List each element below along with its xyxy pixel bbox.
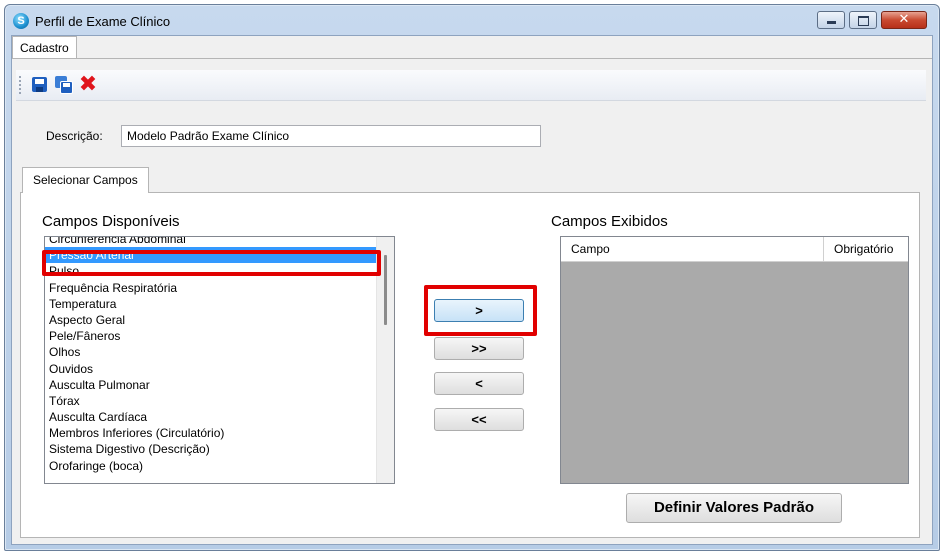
column-header-campo[interactable]: Campo xyxy=(561,237,824,261)
close-button[interactable] xyxy=(881,11,927,29)
list-item[interactable]: Sistema Digestivo (Descrição) xyxy=(45,441,376,457)
tab-cadastro[interactable]: Cadastro xyxy=(12,36,77,59)
list-item[interactable]: Pulso xyxy=(45,263,376,279)
minimize-button[interactable] xyxy=(817,11,845,29)
default-values-button[interactable]: Definir Valores Padrão xyxy=(626,493,842,523)
main-window: S Perfil de Exame Clínico Cadastro ✖ Des… xyxy=(4,4,940,551)
delete-icon[interactable]: ✖ xyxy=(78,74,98,96)
remove-all-button[interactable]: << xyxy=(434,408,524,431)
list-item[interactable]: Ausculta Pulmonar xyxy=(45,377,376,393)
column-header-obrigatorio[interactable]: Obrigatório xyxy=(824,237,908,261)
list-item[interactable]: Frequência Respiratória xyxy=(45,280,376,296)
maximize-button[interactable] xyxy=(849,11,877,29)
save-icon[interactable] xyxy=(30,75,50,95)
list-item[interactable]: Membros Inferiores (Circulatório) xyxy=(45,425,376,441)
list-item[interactable]: Olhos xyxy=(45,344,376,360)
window-title: Perfil de Exame Clínico xyxy=(35,14,171,29)
window-client-area: Cadastro ✖ Descrição: Modelo Padrão Exam… xyxy=(11,35,933,545)
list-item[interactable]: Aspecto Geral xyxy=(45,312,376,328)
grid-header: Campo Obrigatório xyxy=(561,237,908,262)
description-input[interactable]: Modelo Padrão Exame Clínico xyxy=(121,125,541,147)
available-fields-items: Circunferência Abdominal Pressão Arterial… xyxy=(45,237,376,474)
scrollbar-thumb[interactable] xyxy=(384,255,387,325)
list-item[interactable]: Pele/Fâneros xyxy=(45,328,376,344)
save-all-icon[interactable] xyxy=(54,75,74,95)
list-item[interactable]: Orofaringe (boca) xyxy=(45,458,376,474)
list-item[interactable]: Circunferência Abdominal xyxy=(45,237,376,247)
add-one-button[interactable]: > xyxy=(434,299,524,322)
list-item[interactable]: Temperatura xyxy=(45,296,376,312)
add-all-button[interactable]: >> xyxy=(434,337,524,360)
list-item[interactable]: Tórax xyxy=(45,393,376,409)
toolbar: ✖ xyxy=(16,70,926,101)
tabstrip-divider xyxy=(12,58,932,59)
shown-fields-grid[interactable]: Campo Obrigatório xyxy=(560,236,909,484)
available-fields-list[interactable]: Circunferência Abdominal Pressão Arterial… xyxy=(44,236,395,484)
remove-one-button[interactable]: < xyxy=(434,372,524,395)
list-item[interactable]: Ausculta Cardíaca xyxy=(45,409,376,425)
title-bar[interactable]: S Perfil de Exame Clínico xyxy=(5,5,939,35)
description-label: Descrição: xyxy=(46,129,103,143)
available-fields-title: Campos Disponíveis xyxy=(42,213,180,230)
list-item[interactable]: Ouvidos xyxy=(45,361,376,377)
list-item-selected[interactable]: Pressão Arterial xyxy=(45,247,376,264)
app-icon: S xyxy=(13,13,29,29)
list-scrollbar[interactable] xyxy=(376,237,394,483)
toolbar-grip[interactable] xyxy=(19,76,21,94)
shown-fields-title: Campos Exibidos xyxy=(551,213,668,230)
tab-selecionar-campos[interactable]: Selecionar Campos xyxy=(22,167,149,193)
